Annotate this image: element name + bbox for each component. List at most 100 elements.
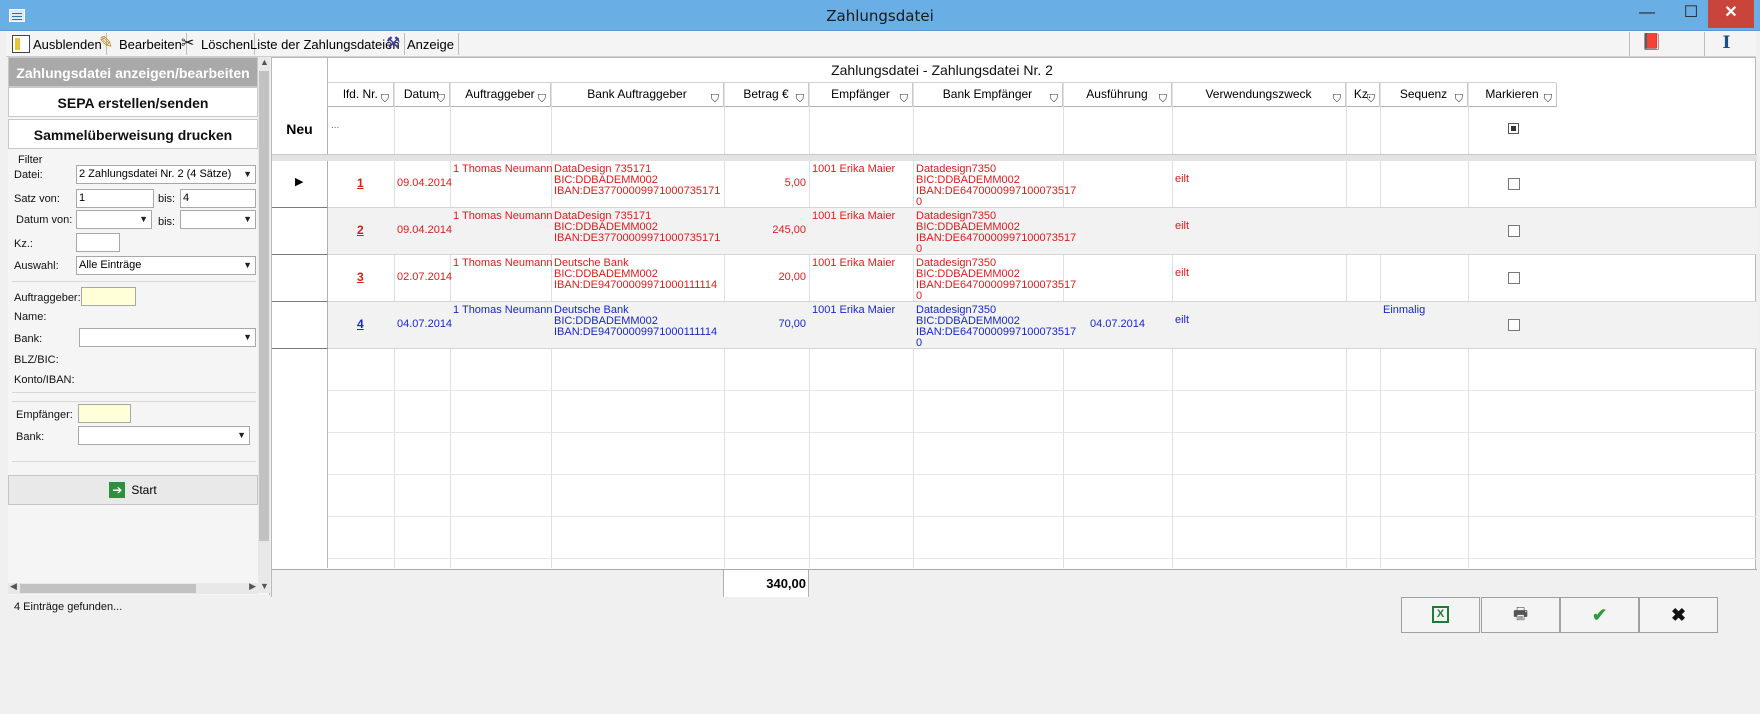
col-header-bank-empfaenger[interactable]: Bank Empfänger ⛉ (913, 83, 1063, 107)
scroll-up-icon[interactable]: ▲ (260, 57, 269, 67)
mark-checkbox[interactable] (1508, 319, 1520, 331)
cancel-button[interactable]: ✖ (1639, 597, 1718, 633)
minimize-icon[interactable]: — (1625, 0, 1669, 28)
row-selector[interactable]: ▶ (272, 161, 328, 208)
bank-empfaenger-select[interactable]: ▼ (78, 426, 250, 445)
hide-icon (12, 35, 30, 53)
cell-nr[interactable]: 4 (357, 318, 364, 330)
satz-bis-input[interactable]: 4 (180, 189, 256, 208)
cell-empfaenger: 1001 Erika Maier (812, 304, 896, 316)
konto-iban-label: Konto/IBAN: (14, 374, 75, 386)
ausblenden-button[interactable]: Ausblenden (8, 33, 107, 55)
book-icon[interactable]: 📕 (1629, 32, 1673, 56)
bank-auftraggeber-select[interactable]: ▼ (79, 328, 256, 347)
col-header-markieren[interactable]: Markieren ⛉ (1468, 83, 1557, 107)
sepa-erstellen-button[interactable]: SEPA erstellen/senden (8, 87, 258, 117)
row-selector[interactable] (272, 255, 328, 302)
cell-verwendungszweck: eilt (1175, 314, 1190, 326)
anzeige-button[interactable]: Anzeige (382, 33, 459, 55)
datei-select[interactable]: 2 Zahlungsdatei Nr. 2 (4 Sätze) ▼ (76, 165, 256, 184)
divider (12, 281, 256, 282)
col-header-sequenz[interactable]: Sequenz ⛉ (1380, 83, 1468, 107)
mark-checkbox[interactable] (1508, 225, 1520, 237)
col-header-lfd-nr[interactable]: lfd. Nr. ⛉ (328, 83, 394, 107)
row-selector[interactable] (272, 302, 328, 349)
cell-bank-auftraggeber: DataDesign 735171 BIC:DDBADEMM002 IBAN:D… (554, 163, 721, 197)
col-label: Auftraggeber (465, 87, 535, 101)
table-row[interactable]: ▶ 1 09.04.2014 1 Thomas Neumann DataDesi… (272, 161, 1757, 208)
cell-betrag: 70,00 (778, 318, 806, 330)
auswahl-value: Alle Einträge (79, 259, 142, 271)
cell-bank-empfaenger: Datadesign7350 BIC:DDBADEMM002 IBAN:DE64… (916, 210, 1077, 255)
sidebar-vertical-scrollbar[interactable]: ▲ ▼ (258, 57, 270, 593)
new-row-button[interactable]: Neu (272, 107, 328, 154)
col-header-bank-auftraggeber[interactable]: Bank Auftraggeber ⛉ (551, 83, 724, 107)
cell-nr[interactable]: 2 (357, 224, 364, 236)
cell-auftraggeber: 1 Thomas Neumann (453, 304, 553, 316)
cursor-icon[interactable]: I (1704, 32, 1748, 56)
scroll-left-icon[interactable]: ◀ (10, 581, 17, 592)
maximize-icon[interactable]: ☐ (1669, 0, 1713, 28)
col-label: lfd. Nr. (343, 87, 378, 101)
col-label: Datum (403, 87, 440, 101)
scroll-down-icon[interactable]: ▼ (260, 581, 269, 591)
mark-all-checkbox[interactable] (1508, 123, 1519, 134)
excel-export-button[interactable]: X (1401, 597, 1480, 633)
auftraggeber-label: Auftraggeber: (14, 292, 81, 304)
divider (12, 461, 256, 462)
row-selector[interactable] (272, 208, 328, 255)
ok-button[interactable]: ✔ (1560, 597, 1639, 633)
scroll-thumb[interactable] (259, 71, 269, 541)
col-header-empfaenger[interactable]: Empfänger ⛉ (809, 83, 913, 107)
mark-checkbox[interactable] (1508, 178, 1520, 190)
bearbeiten-button[interactable]: Bearbeiten (94, 33, 187, 55)
col-header-kz[interactable]: Kz. ⛉ (1346, 83, 1380, 107)
datei-label: Datei: (14, 169, 43, 181)
table-row[interactable]: 2 09.04.2014 1 Thomas Neumann DataDesign… (272, 208, 1757, 255)
satz-bis-label: bis: (158, 193, 176, 205)
window-title: Zahlungsdatei (826, 7, 934, 25)
col-label: Bank Empfänger (942, 87, 1033, 101)
kz-label: Kz.: (14, 238, 33, 250)
auftraggeber-input[interactable] (81, 287, 136, 306)
ausblenden-label: Ausblenden (33, 36, 102, 52)
cell-bank-empfaenger: Datadesign7350 BIC:DDBADEMM002 IBAN:DE64… (916, 304, 1077, 349)
empfaenger-input[interactable] (78, 404, 131, 423)
datum-bis-input[interactable]: ▼ (180, 210, 256, 229)
loeschen-label: Löschen (201, 36, 251, 52)
liste-zahlungsdateien-button[interactable]: Liste der Zahlungsdateien (246, 33, 405, 55)
col-header-datum[interactable]: Datum ⛉ (394, 83, 450, 107)
liste-label: Liste der Zahlungsdateien (250, 36, 400, 52)
cell-nr[interactable]: 3 (357, 271, 364, 283)
col-label: Sequenz (1399, 87, 1448, 101)
scroll-right-icon[interactable]: ▶ (249, 581, 256, 592)
cell-empfaenger: 1001 Erika Maier (812, 210, 896, 222)
col-label: Bank Auftraggeber (587, 87, 687, 101)
mark-checkbox[interactable] (1508, 272, 1520, 284)
col-header-betrag[interactable]: Betrag € ⛉ (724, 83, 809, 107)
bank-empfaenger-label: Bank: (16, 431, 45, 443)
close-icon[interactable]: ✕ (1708, 0, 1754, 28)
satz-von-input[interactable]: 1 (76, 189, 154, 208)
satz-von-label: Satz von: (14, 193, 60, 205)
cell-bank-auftraggeber: Deutsche Bank BIC:DDBADEMM002 IBAN:DE947… (554, 304, 718, 338)
cell-nr[interactable]: 1 (357, 177, 364, 189)
anzeigen-bearbeiten-button[interactable]: Zahlungsdatei anzeigen/bearbeiten (8, 57, 258, 87)
new-entry-row[interactable]: Neu ... (272, 107, 1757, 155)
sammelueberweisung-drucken-button[interactable]: Sammelüberweisung drucken (8, 119, 258, 149)
col-header-ausfuehrung[interactable]: Ausführung ⛉ (1063, 83, 1172, 107)
status-bar: 4 Einträge gefunden... X 🖶 ✔ ✖ (0, 597, 1760, 714)
start-button[interactable]: ➔ Start (8, 475, 258, 505)
print-button[interactable]: 🖶 (1481, 597, 1560, 633)
col-header-verwendungszweck[interactable]: Verwendungszweck ⛉ (1172, 83, 1346, 107)
sidebar-horizontal-scrollbar[interactable]: ◀ ▶ (8, 581, 258, 594)
auswahl-select[interactable]: Alle Einträge ▼ (76, 256, 256, 275)
cell-datum: 09.04.2014 (397, 177, 453, 189)
loeschen-button[interactable]: Löschen (176, 33, 256, 55)
table-row[interactable]: 3 02.07.2014 1 Thomas Neumann Deutsche B… (272, 255, 1757, 302)
datum-von-input[interactable]: ▼ (76, 210, 152, 229)
col-header-auftraggeber[interactable]: Auftraggeber ⛉ (450, 83, 551, 107)
scroll-thumb[interactable] (20, 584, 196, 593)
table-row[interactable]: 4 04.07.2014 1 Thomas Neumann Deutsche B… (272, 302, 1757, 349)
kz-input[interactable] (76, 233, 120, 252)
